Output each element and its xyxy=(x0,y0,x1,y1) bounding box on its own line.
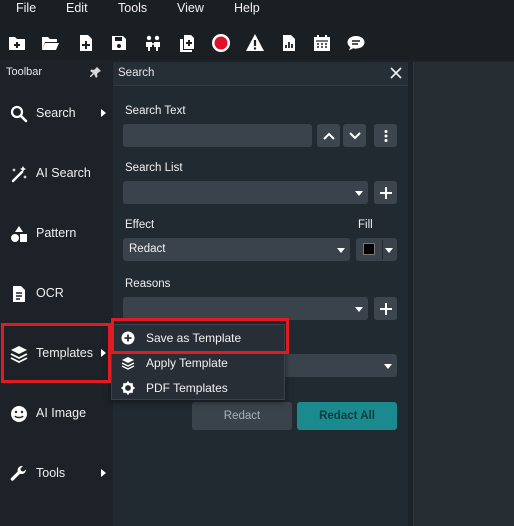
sidebar-item-label: OCR xyxy=(36,286,64,300)
submenu-arrow-icon xyxy=(101,109,106,117)
menu-item-pdf-templates[interactable]: PDF Templates xyxy=(112,375,284,400)
toolbar-title: Toolbar xyxy=(6,66,43,78)
redact-all-button[interactable]: Redact All xyxy=(297,402,397,430)
dropdown-caret-icon xyxy=(384,364,392,369)
chevron-down-icon xyxy=(348,131,361,139)
search-icon xyxy=(10,105,28,123)
dropdown-caret-icon xyxy=(337,248,345,253)
search-list-dropdown[interactable] xyxy=(123,181,368,204)
calendar-icon[interactable] xyxy=(311,32,333,54)
document-view xyxy=(413,62,514,526)
comment-icon[interactable] xyxy=(345,32,367,54)
shapes-icon xyxy=(10,225,28,243)
dropdown-caret-icon xyxy=(355,191,363,196)
menu-bar: File Edit Tools View Help xyxy=(0,0,514,22)
record-icon[interactable] xyxy=(210,32,232,54)
menu-tools[interactable]: Tools xyxy=(118,1,147,15)
wrench-icon xyxy=(10,465,28,483)
previous-result-button[interactable] xyxy=(317,124,340,147)
new-folder-plus-icon[interactable] xyxy=(6,32,28,54)
search-list-label: Search List xyxy=(125,162,183,174)
plus-icon xyxy=(379,186,392,199)
sidebar-item-label: Search xyxy=(36,106,76,120)
highlight-save-as-template-annotation xyxy=(111,318,289,354)
smile-icon xyxy=(10,405,28,423)
reasons-label: Reasons xyxy=(125,278,171,290)
search-panel: Search Search Text Search List Effect Fi… xyxy=(113,62,408,526)
redact-button[interactable]: Redact xyxy=(192,402,292,430)
report-icon[interactable] xyxy=(278,32,300,54)
group-icon[interactable] xyxy=(142,32,164,54)
sidebar-item-ocr[interactable]: OCR xyxy=(0,264,112,324)
icon-toolbar xyxy=(0,22,514,60)
menu-item-label: PDF Templates xyxy=(146,381,228,395)
highlight-templates-annotation xyxy=(1,323,111,383)
warning-icon[interactable] xyxy=(244,32,266,54)
dropdown-caret-icon xyxy=(355,307,363,312)
kebab-menu-icon xyxy=(384,129,387,142)
panel-title: Search xyxy=(118,67,155,79)
sidebar-item-label: AI Image xyxy=(36,406,87,420)
save-icon[interactable] xyxy=(108,32,130,54)
menu-help[interactable]: Help xyxy=(234,1,260,15)
magic-wand-icon xyxy=(10,165,28,183)
sidebar: Search AI Search Pattern OCR Templates A… xyxy=(0,84,112,526)
search-text-label: Search Text xyxy=(125,105,186,117)
next-result-button[interactable] xyxy=(343,124,366,147)
sidebar-item-label: AI Search xyxy=(36,166,91,180)
plus-icon xyxy=(379,302,392,315)
reasons-dropdown[interactable] xyxy=(123,297,368,320)
effect-dropdown[interactable]: Redact xyxy=(123,238,350,261)
sidebar-item-search[interactable]: Search xyxy=(0,84,112,144)
menu-file[interactable]: File xyxy=(16,1,36,15)
sidebar-item-label: Tools xyxy=(36,466,66,480)
sidebar-item-ai-image[interactable]: AI Image xyxy=(0,384,112,444)
new-file-icon[interactable] xyxy=(75,32,97,54)
menu-edit[interactable]: Edit xyxy=(66,1,88,15)
sidebar-item-label: Pattern xyxy=(36,226,77,240)
menu-view[interactable]: View xyxy=(177,1,204,15)
add-reason-button[interactable] xyxy=(374,297,397,320)
gear-icon xyxy=(121,381,135,395)
sidebar-item-ai-search[interactable]: AI Search xyxy=(0,144,112,204)
toolbar-header: Toolbar xyxy=(0,62,112,84)
copy-add-icon[interactable] xyxy=(176,32,198,54)
fill-label: Fill xyxy=(358,219,373,231)
layers-icon xyxy=(121,356,135,370)
pin-icon[interactable] xyxy=(90,66,102,78)
submenu-arrow-icon xyxy=(101,469,106,477)
open-folder-icon[interactable] xyxy=(39,32,61,54)
document-icon xyxy=(10,285,28,303)
dropdown-caret-icon xyxy=(385,248,393,253)
effect-label: Effect xyxy=(125,219,155,231)
search-text-input[interactable] xyxy=(123,124,312,147)
close-icon[interactable] xyxy=(389,66,403,80)
sidebar-item-tools[interactable]: Tools xyxy=(0,444,112,504)
sidebar-item-pattern[interactable]: Pattern xyxy=(0,204,112,264)
more-options-button[interactable] xyxy=(374,124,397,147)
chevron-up-icon xyxy=(322,132,335,140)
menu-item-label: Apply Template xyxy=(146,356,228,370)
fill-color-picker[interactable] xyxy=(356,238,397,261)
panel-header: Search xyxy=(113,62,408,86)
add-search-list-button[interactable] xyxy=(374,181,397,204)
fill-color-swatch xyxy=(363,243,375,255)
effect-value: Redact xyxy=(129,243,166,255)
